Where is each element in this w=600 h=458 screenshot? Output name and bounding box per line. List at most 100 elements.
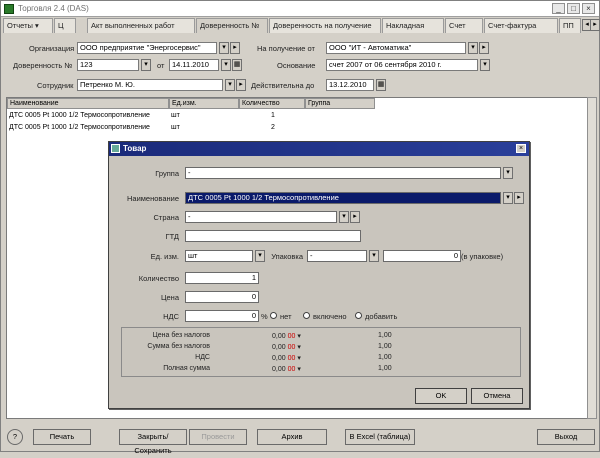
tab-power-of-attorney[interactable]: Доверенность № bbox=[196, 18, 268, 33]
basis-label: Основание bbox=[277, 61, 316, 70]
price-field[interactable]: 0 bbox=[185, 291, 259, 303]
valid-until-calendar-icon[interactable]: ▦ bbox=[376, 79, 386, 91]
tab-act[interactable]: Акт выполненных работ bbox=[87, 18, 195, 33]
dov-number-field[interactable]: 123 bbox=[77, 59, 139, 71]
tab-bill[interactable]: Счет bbox=[445, 18, 483, 33]
total-sum-value: 0,00 00 ▾ bbox=[272, 344, 301, 351]
total-sum-label: Сумма без налогов bbox=[147, 343, 210, 350]
maximize-button[interactable]: □ bbox=[567, 3, 580, 14]
radio-vat-add[interactable] bbox=[355, 312, 362, 319]
gtd-field[interactable] bbox=[185, 230, 361, 242]
group-dropdown-button[interactable]: ▾ bbox=[503, 167, 513, 179]
total-vat-value-2: 1,00 bbox=[378, 354, 392, 361]
pack-suffix-label: (в упаковке) bbox=[461, 252, 504, 261]
dov-number-label: Доверенность № bbox=[13, 61, 73, 70]
vat-label: НДС bbox=[163, 312, 179, 321]
dialog-icon bbox=[111, 144, 120, 153]
tab-reports[interactable]: Отчеты ▾ bbox=[3, 18, 53, 33]
date-from-label: от bbox=[157, 61, 165, 70]
valid-until-field[interactable]: 13.12.2010 bbox=[326, 79, 374, 91]
pack-dropdown-button[interactable]: ▾ bbox=[369, 250, 379, 262]
vat-percent-label: % bbox=[261, 312, 268, 321]
total-vat-value: 0,00 00 ▾ bbox=[272, 355, 301, 362]
total-price-value-2: 1,00 bbox=[378, 332, 392, 339]
cell-name: ДТС 0005 Pt 1000 1/2 Термосопротивление bbox=[9, 124, 150, 131]
receive-field[interactable]: ООО "ИТ - Автоматика" bbox=[326, 42, 466, 54]
date-from-dropdown[interactable]: ▾ bbox=[221, 59, 231, 71]
employee-select-button[interactable]: ▸ bbox=[236, 79, 246, 91]
org-select-button[interactable]: ▸ bbox=[230, 42, 240, 54]
receive-select-button[interactable]: ▸ bbox=[479, 42, 489, 54]
print-button[interactable]: Печать bbox=[33, 429, 91, 445]
tab-pp[interactable]: ПП bbox=[559, 18, 581, 33]
dialog-close-icon[interactable]: × bbox=[516, 144, 526, 153]
employee-field[interactable]: Петренко М. Ю. bbox=[77, 79, 223, 91]
help-button[interactable]: ? bbox=[7, 429, 23, 445]
date-from-field[interactable]: 14.11.2010 bbox=[169, 59, 219, 71]
country-dropdown-button[interactable]: ▾ bbox=[339, 211, 349, 223]
vat-field[interactable]: 0 bbox=[185, 310, 259, 322]
pack-field[interactable]: - bbox=[307, 250, 367, 262]
total-full-value: 0,00 00 ▾ bbox=[272, 366, 301, 373]
minimize-button[interactable]: _ bbox=[552, 3, 565, 14]
radio-vat-none[interactable] bbox=[270, 312, 277, 319]
radio-vat-included[interactable] bbox=[303, 312, 310, 319]
export-excel-button[interactable]: В Excel (таблица) bbox=[345, 429, 415, 445]
total-sum-value-2: 1,00 bbox=[378, 343, 392, 350]
name-field[interactable]: ДТС 0005 Pt 1000 1/2 Термосопротивление bbox=[185, 192, 501, 204]
cell-qty: 1 bbox=[271, 112, 275, 119]
employee-dropdown-button[interactable]: ▾ bbox=[225, 79, 235, 91]
cell-qty: 2 bbox=[271, 124, 275, 131]
receive-dropdown-button[interactable]: ▾ bbox=[468, 42, 478, 54]
basis-dropdown-button[interactable]: ▾ bbox=[480, 59, 490, 71]
totals-panel: Цена без налогов 0,00 00 ▾ 1,00 Сумма бе… bbox=[121, 327, 521, 377]
price-label: Цена bbox=[160, 293, 179, 302]
org-field[interactable]: ООО предприятие "Энергосервис" bbox=[77, 42, 217, 54]
total-price-label: Цена без налогов bbox=[152, 332, 210, 339]
archive-button[interactable]: Архив bbox=[257, 429, 327, 445]
tab-invoice[interactable]: Накладная bbox=[382, 18, 444, 33]
total-price-value: 0,00 00 ▾ bbox=[272, 333, 301, 340]
title-bar: Торговля 2.4 (DAS) _ □ × bbox=[1, 1, 599, 17]
radio-vat-none-label: нет bbox=[280, 312, 292, 321]
tab-poa-receipt[interactable]: Доверенность на получение bbox=[269, 18, 381, 33]
country-select-button[interactable]: ▸ bbox=[350, 211, 360, 223]
cancel-button[interactable]: Отмена bbox=[471, 388, 523, 404]
quantity-field[interactable]: 1 bbox=[185, 272, 259, 284]
unit-label: Ед. изм. bbox=[150, 252, 179, 261]
radio-vat-included-label: включено bbox=[313, 312, 347, 321]
country-field[interactable]: - bbox=[185, 211, 337, 223]
group-field[interactable]: - bbox=[185, 167, 501, 179]
app-icon bbox=[4, 4, 14, 14]
tab-c[interactable]: Ц bbox=[54, 18, 76, 33]
dialog-title: Товар bbox=[123, 144, 147, 153]
pack-qty-field[interactable]: 0 bbox=[383, 250, 461, 262]
name-label: Наименование bbox=[127, 194, 179, 203]
ok-button[interactable]: OK bbox=[415, 388, 467, 404]
table-scrollbar[interactable] bbox=[587, 97, 597, 419]
exit-button[interactable]: Выход bbox=[537, 429, 595, 445]
org-dropdown-button[interactable]: ▾ bbox=[219, 42, 229, 54]
name-dropdown-button[interactable]: ▾ bbox=[503, 192, 513, 204]
cell-name: ДТС 0005 Pt 1000 1/2 Термосопротивление bbox=[9, 112, 150, 119]
save-close-button[interactable]: Закрыть/Сохранить bbox=[119, 429, 187, 455]
employee-label: Сотрудник bbox=[37, 81, 74, 90]
product-dialog: Товар × Группа - ▾ Наименование ДТС 0005… bbox=[108, 141, 530, 409]
col-header-name[interactable]: Наименование bbox=[7, 98, 169, 109]
name-select-button[interactable]: ▸ bbox=[514, 192, 524, 204]
tabs-scroll-right[interactable]: ▸ bbox=[590, 19, 600, 31]
col-header-unit[interactable]: Ед.изм. bbox=[169, 98, 239, 109]
calendar-icon[interactable]: ▦ bbox=[232, 59, 242, 71]
group-label: Группа bbox=[155, 169, 179, 178]
valid-until-label: Действительна до bbox=[251, 81, 315, 90]
dov-number-dropdown[interactable]: ▾ bbox=[141, 59, 151, 71]
pack-label: Упаковка bbox=[271, 252, 303, 261]
close-button[interactable]: × bbox=[582, 3, 595, 14]
post-button-disabled: Провести bbox=[189, 429, 247, 445]
basis-field[interactable]: счет 2007 от 06 сентября 2010 г. bbox=[326, 59, 478, 71]
unit-field[interactable]: шт bbox=[185, 250, 253, 262]
cell-unit: шт bbox=[171, 112, 180, 119]
col-header-qty[interactable]: Количество bbox=[239, 98, 305, 109]
col-header-group[interactable]: Группа bbox=[305, 98, 375, 109]
tab-tax-invoice[interactable]: Счет-фактура bbox=[484, 18, 558, 33]
